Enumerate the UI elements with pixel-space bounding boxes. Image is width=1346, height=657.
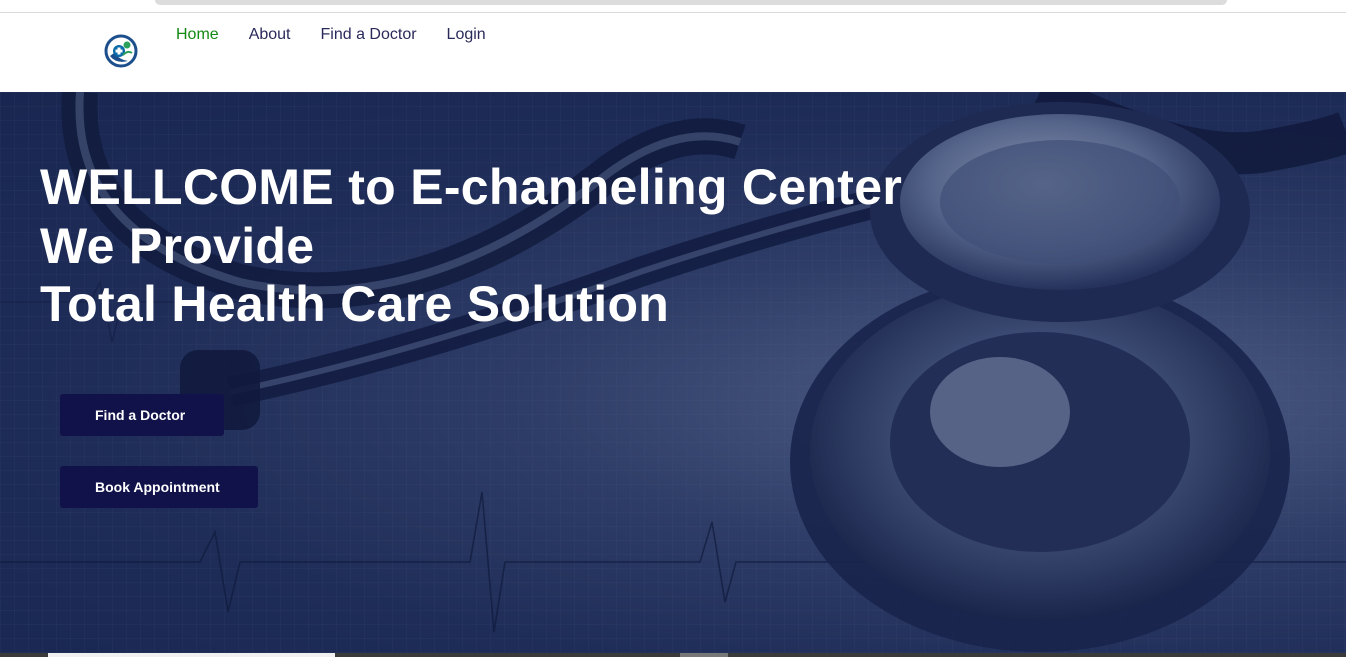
horizontal-scrollbar[interactable] xyxy=(0,653,1346,657)
hero-title-line-1: WELLCOME to E-channeling Center xyxy=(40,159,903,215)
find-doctor-button[interactable]: Find a Doctor xyxy=(60,394,224,436)
hero-title: WELLCOME to E-channeling Center We Provi… xyxy=(40,158,902,334)
nav-item-find-doctor[interactable]: Find a Doctor xyxy=(321,26,417,44)
browser-top-strip xyxy=(0,0,1346,13)
nav-item-about[interactable]: About xyxy=(249,26,291,44)
main-nav: Home About Find a Doctor Login xyxy=(176,26,516,44)
nav-item-login[interactable]: Login xyxy=(447,26,486,44)
browser-address-bar-edge xyxy=(155,0,1227,5)
scrollbar-marker xyxy=(680,653,728,657)
medical-cross-logo-icon[interactable] xyxy=(104,34,138,68)
hero-title-line-2: We Provide xyxy=(40,217,315,274)
book-appointment-button[interactable]: Book Appointment xyxy=(60,466,258,508)
nav-item-home[interactable]: Home xyxy=(176,26,219,44)
scrollbar-thumb[interactable] xyxy=(48,653,335,657)
hero-title-line-3: Total Health Care Solution xyxy=(40,276,670,332)
hero-banner: WELLCOME to E-channeling Center We Provi… xyxy=(0,92,1346,657)
site-header: Home About Find a Doctor Login xyxy=(0,13,1346,92)
